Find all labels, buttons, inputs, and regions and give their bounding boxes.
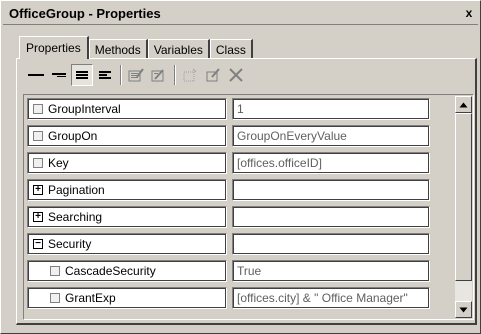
- property-row[interactable]: − Security: [25, 231, 455, 257]
- property-row[interactable]: GrantExp [offices.city] & " Office Manage…: [25, 285, 455, 311]
- property-value-field[interactable]: [232, 179, 430, 201]
- property-name-cell[interactable]: − Security: [27, 233, 227, 255]
- property-name-cell[interactable]: GrantExp: [27, 287, 227, 309]
- property-name: Pagination: [48, 183, 105, 197]
- property-name: Security: [48, 237, 92, 251]
- property-name: GroupInterval: [48, 102, 121, 116]
- property-row[interactable]: Key [offices.officeID]: [25, 150, 455, 176]
- properties-window: OfficeGroup - Properties x Properties Me…: [0, 0, 481, 334]
- property-value-field[interactable]: [232, 233, 430, 255]
- property-box-icon: [50, 266, 60, 276]
- property-name-cell[interactable]: + Pagination: [27, 179, 227, 201]
- property-value-field[interactable]: [offices.officeID]: [232, 152, 430, 174]
- property-value-field[interactable]: [offices.city] & " Office Manager": [232, 287, 430, 309]
- tab-properties[interactable]: Properties: [19, 36, 89, 59]
- property-value-field[interactable]: 1: [232, 98, 430, 120]
- property-box-icon: [33, 104, 43, 114]
- align-left-lines-icon[interactable]: [94, 64, 116, 86]
- tab-strip: Properties Methods Variables Class: [19, 35, 253, 59]
- tab-class[interactable]: Class: [209, 39, 253, 59]
- toolbar-separator: [120, 65, 122, 85]
- property-row[interactable]: + Searching: [25, 204, 455, 230]
- property-grid: GroupInterval 1 GroupOn GroupOnEveryValue Ke…: [23, 94, 474, 320]
- property-name-cell[interactable]: Key: [27, 152, 227, 174]
- property-name: CascadeSecurity: [65, 264, 156, 278]
- property-box-icon: [33, 158, 43, 168]
- edit-properties-disabled-icon[interactable]: [148, 64, 170, 86]
- collapse-minus-icon[interactable]: −: [33, 239, 43, 249]
- align-lines-icon[interactable]: [71, 64, 93, 86]
- scroll-thumb[interactable]: [455, 113, 472, 281]
- tab-variables[interactable]: Variables: [147, 39, 210, 59]
- toolbar: [25, 63, 248, 87]
- property-row[interactable]: GroupInterval 1: [25, 96, 455, 122]
- property-name-cell[interactable]: GroupInterval: [27, 98, 227, 120]
- expand-plus-icon[interactable]: +: [33, 212, 43, 222]
- scroll-up-button[interactable]: [455, 96, 472, 113]
- tab-methods[interactable]: Methods: [88, 39, 148, 59]
- close-icon[interactable]: x: [462, 7, 476, 20]
- property-name: Searching: [48, 210, 103, 224]
- property-value-field[interactable]: True: [232, 260, 430, 282]
- property-row[interactable]: + Pagination: [25, 177, 455, 203]
- new-item-icon[interactable]: [179, 64, 201, 86]
- property-name-cell[interactable]: + Searching: [27, 206, 227, 228]
- property-value-field[interactable]: GroupOnEveryValue: [232, 125, 430, 147]
- arrow-down-icon: [459, 307, 468, 312]
- vertical-scrollbar[interactable]: [455, 96, 472, 318]
- delete-x-icon[interactable]: [225, 64, 247, 86]
- property-row[interactable]: CascadeSecurity True: [25, 258, 455, 284]
- property-value-field[interactable]: [232, 206, 430, 228]
- edit-check-icon[interactable]: [202, 64, 224, 86]
- property-row[interactable]: GroupOn GroupOnEveryValue: [25, 123, 455, 149]
- properties-panel: GroupInterval 1 GroupOn GroupOnEveryValue Ke…: [16, 58, 477, 325]
- line-thick-icon[interactable]: [25, 64, 47, 86]
- property-name: GroupOn: [48, 129, 98, 143]
- arrow-up-icon: [459, 102, 468, 107]
- property-name: Key: [48, 156, 69, 170]
- property-name-cell[interactable]: CascadeSecurity: [27, 260, 227, 282]
- edit-properties-icon[interactable]: [125, 64, 147, 86]
- line-thin-icon[interactable]: [48, 64, 70, 86]
- title-bar[interactable]: OfficeGroup - Properties x: [3, 3, 478, 25]
- property-grid-rows: GroupInterval 1 GroupOn GroupOnEveryValue Ke…: [25, 96, 455, 318]
- toolbar-separator: [174, 65, 176, 85]
- scroll-down-button[interactable]: [455, 301, 472, 318]
- property-box-icon: [33, 131, 43, 141]
- property-name: GrantExp: [65, 291, 116, 305]
- expand-plus-icon[interactable]: +: [33, 185, 43, 195]
- window-title: OfficeGroup - Properties: [9, 6, 161, 21]
- property-name-cell[interactable]: GroupOn: [27, 125, 227, 147]
- property-box-icon: [50, 293, 60, 303]
